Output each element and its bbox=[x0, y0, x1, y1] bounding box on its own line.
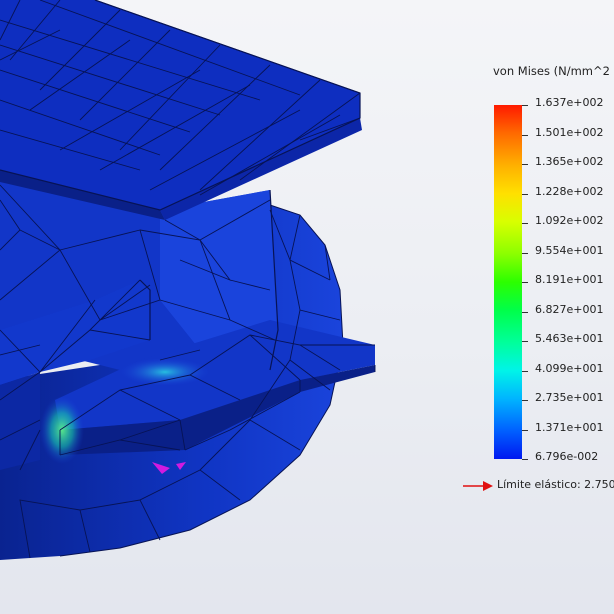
stress-plot-viewport[interactable] bbox=[0, 0, 614, 614]
stress-hotspot-green bbox=[40, 396, 84, 464]
stress-hotspot-cyan bbox=[120, 358, 210, 386]
